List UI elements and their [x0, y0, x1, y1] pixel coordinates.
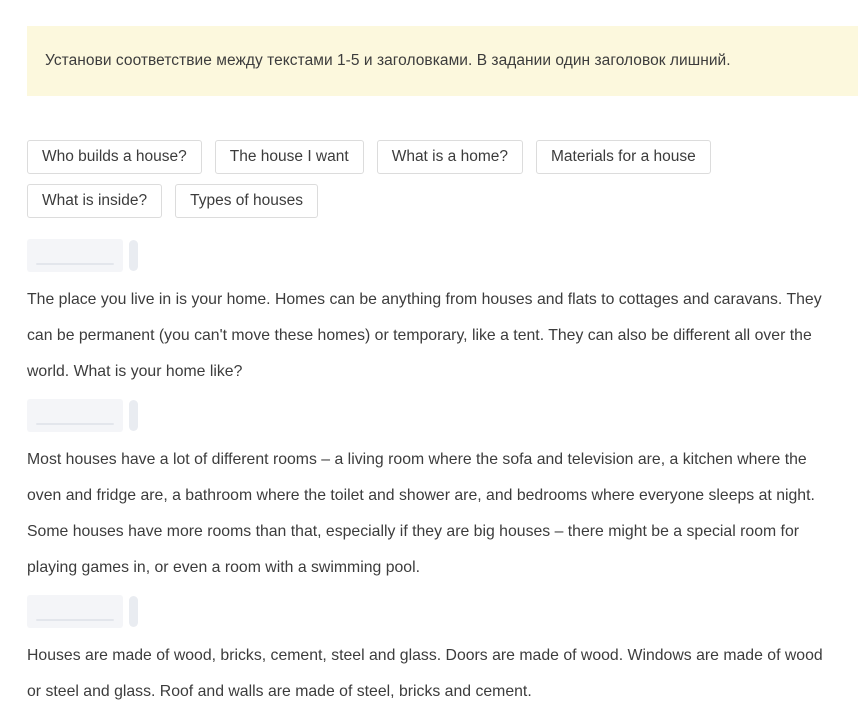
- answer-caret-icon: [129, 239, 138, 271]
- answer-caret-icon: [129, 595, 138, 627]
- heading-option-label: The house I want: [229, 148, 349, 165]
- heading-option-label: What is a home?: [391, 148, 508, 165]
- heading-option-label: Types of houses: [190, 192, 303, 209]
- task-item: Houses are made of wood, bricks, cement,…: [27, 592, 845, 710]
- answer-dropzone-underline: [36, 422, 114, 425]
- task-text: Houses are made of wood, bricks, cement,…: [27, 647, 823, 700]
- answer-dropzone-underline: [36, 262, 114, 265]
- answer-dropzone-row: [27, 592, 845, 630]
- answer-dropzone[interactable]: [27, 238, 123, 272]
- heading-options-list: Who builds a house? The house I want Wha…: [27, 140, 847, 218]
- heading-option-label: Who builds a house?: [42, 148, 187, 165]
- heading-option-label: What is inside?: [42, 192, 148, 209]
- heading-option-label: Materials for a house: [551, 148, 696, 165]
- heading-option-what-is-a-home[interactable]: What is a home?: [376, 140, 523, 174]
- answer-caret-icon: [129, 399, 138, 431]
- exercise-page: Установи соответствие между текстами 1-5…: [0, 0, 867, 714]
- task-text: Most houses have a lot of different room…: [27, 451, 815, 576]
- heading-option-the-house-i-want[interactable]: The house I want: [214, 140, 364, 174]
- task-item: Most houses have a lot of different room…: [27, 396, 845, 586]
- heading-option-what-is-inside[interactable]: What is inside?: [27, 184, 163, 218]
- answer-dropzone-underline: [36, 618, 114, 621]
- instruction-text: Установи соответствие между текстами 1-5…: [45, 52, 731, 69]
- heading-options-area: Who builds a house? The house I want Wha…: [27, 140, 847, 218]
- heading-option-types-of-houses[interactable]: Types of houses: [175, 184, 318, 218]
- instruction-banner: Установи соответствие между текстами 1-5…: [27, 26, 858, 96]
- task-text: The place you live in is your home. Home…: [27, 291, 822, 380]
- heading-option-materials-for-a-house[interactable]: Materials for a house: [536, 140, 711, 174]
- tasks-list: The place you live in is your home. Home…: [27, 236, 845, 716]
- answer-dropzone-row: [27, 236, 845, 274]
- answer-dropzone-row: [27, 396, 845, 434]
- heading-option-who-builds-a-house[interactable]: Who builds a house?: [27, 140, 202, 174]
- task-item: The place you live in is your home. Home…: [27, 236, 845, 390]
- answer-dropzone[interactable]: [27, 398, 123, 432]
- answer-dropzone[interactable]: [27, 594, 123, 628]
